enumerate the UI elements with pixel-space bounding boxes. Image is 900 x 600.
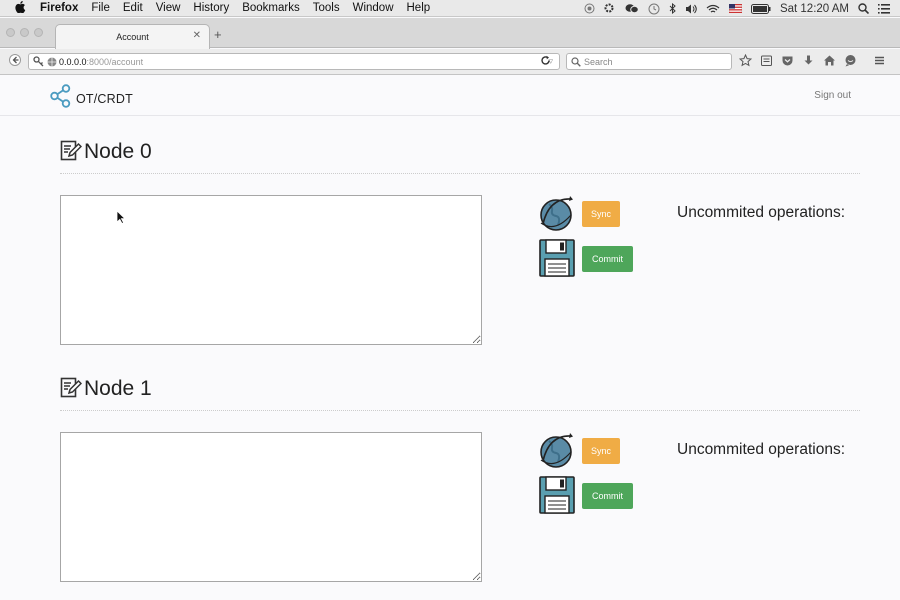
back-button[interactable]	[9, 54, 21, 69]
wifi-icon[interactable]	[706, 4, 720, 14]
search-icon	[571, 57, 581, 69]
menu-tools[interactable]: Tools	[313, 2, 340, 14]
menu-help[interactable]: Help	[407, 2, 431, 14]
tab-title: Account	[116, 32, 149, 42]
menu-edit[interactable]: Edit	[123, 2, 143, 14]
commit-button[interactable]: Commit	[582, 483, 633, 509]
divider	[60, 173, 860, 174]
menu-file[interactable]: File	[91, 2, 110, 14]
node-heading: Node 0	[60, 137, 860, 167]
pocket-icon[interactable]	[781, 54, 794, 67]
apple-icon[interactable]	[14, 0, 26, 16]
time-machine-icon[interactable]	[648, 3, 660, 15]
node-title: Node 1	[84, 377, 152, 400]
hello-chat-icon[interactable]	[844, 54, 857, 67]
node-panel-0: Node 0 Sync Commit Uncommited operations…	[60, 137, 860, 345]
tab-account[interactable]: Account ✕	[55, 24, 210, 49]
sync-button[interactable]: Sync	[582, 438, 620, 464]
volume-icon[interactable]	[685, 4, 697, 14]
menu-history[interactable]: History	[193, 2, 229, 14]
uncommitted-operations-label: Uncommited operations:	[677, 441, 845, 458]
close-tab-icon[interactable]: ✕	[193, 30, 201, 41]
status-area: Sat 12:20 AM	[584, 0, 890, 17]
divider	[60, 410, 860, 411]
sync-button[interactable]: Sync	[582, 201, 620, 227]
gear-icon[interactable]	[604, 3, 616, 14]
commit-button[interactable]: Commit	[582, 246, 633, 272]
sync-globe-icon	[539, 194, 575, 237]
bookmark-star-icon[interactable]	[739, 54, 752, 67]
menu-window[interactable]: Window	[353, 2, 394, 14]
clock[interactable]: Sat 12:20 AM	[780, 3, 849, 15]
home-icon[interactable]	[823, 54, 836, 67]
brand-name: OT/CRDT	[76, 91, 133, 106]
url-host: 0.0.0.0	[59, 56, 87, 67]
node-panel-1: Node 1 Sync Commit Uncommited operations…	[60, 374, 860, 582]
battery-icon[interactable]	[750, 3, 771, 14]
bluetooth-icon[interactable]	[669, 3, 676, 14]
node-heading: Node 1	[60, 374, 860, 404]
menu-firefox[interactable]: Firefox	[40, 2, 78, 14]
url-path: :8000/account	[86, 56, 144, 67]
brand[interactable]: OT/CRDT	[49, 84, 133, 113]
macos-menu-bar: Firefox File Edit View History Bookmarks…	[0, 0, 900, 17]
zoom-window-button[interactable]	[34, 28, 43, 37]
save-floppy-icon	[539, 239, 575, 282]
sign-out-link[interactable]: Sign out	[814, 90, 851, 101]
flag-icon[interactable]	[728, 4, 742, 13]
key-icon[interactable]	[33, 56, 44, 69]
window-controls	[6, 28, 43, 37]
minimize-window-button[interactable]	[20, 28, 29, 37]
node-editor-textarea[interactable]	[60, 432, 482, 582]
record-icon[interactable]	[584, 3, 595, 14]
sync-globe-icon	[539, 431, 575, 474]
navigation-toolbar: 0.0.0.0:8000/account ▿ Search	[0, 49, 900, 75]
uncommitted-operations-label: Uncommited operations:	[677, 204, 845, 221]
menu-bookmarks[interactable]: Bookmarks	[242, 2, 300, 14]
hamburger-menu-icon[interactable]	[873, 54, 886, 67]
save-floppy-icon	[539, 476, 575, 519]
globe-icon[interactable]	[47, 57, 57, 69]
download-icon[interactable]	[802, 54, 815, 67]
url-bar[interactable]: 0.0.0.0:8000/account ▿	[28, 53, 560, 70]
notification-center-icon[interactable]	[878, 3, 890, 14]
node-title: Node 0	[84, 140, 152, 163]
tab-strip: Account ✕ +	[0, 18, 900, 49]
reading-list-icon[interactable]	[760, 54, 773, 67]
share-nodes-logo-icon	[49, 84, 73, 113]
site-header: OT/CRDT Sign out	[0, 76, 900, 116]
mouse-cursor-icon	[116, 210, 126, 229]
new-tab-button[interactable]: +	[214, 27, 222, 42]
close-window-button[interactable]	[6, 28, 15, 37]
search-placeholder: Search	[584, 56, 613, 67]
edit-document-icon	[60, 138, 83, 167]
reload-icon[interactable]	[540, 55, 551, 69]
edit-document-icon	[60, 375, 83, 404]
spotlight-icon[interactable]	[858, 3, 869, 14]
wechat-icon[interactable]	[625, 3, 639, 14]
toolbar-icons	[739, 54, 886, 67]
search-bar[interactable]: Search	[566, 53, 732, 70]
menu-view[interactable]: View	[156, 2, 181, 14]
